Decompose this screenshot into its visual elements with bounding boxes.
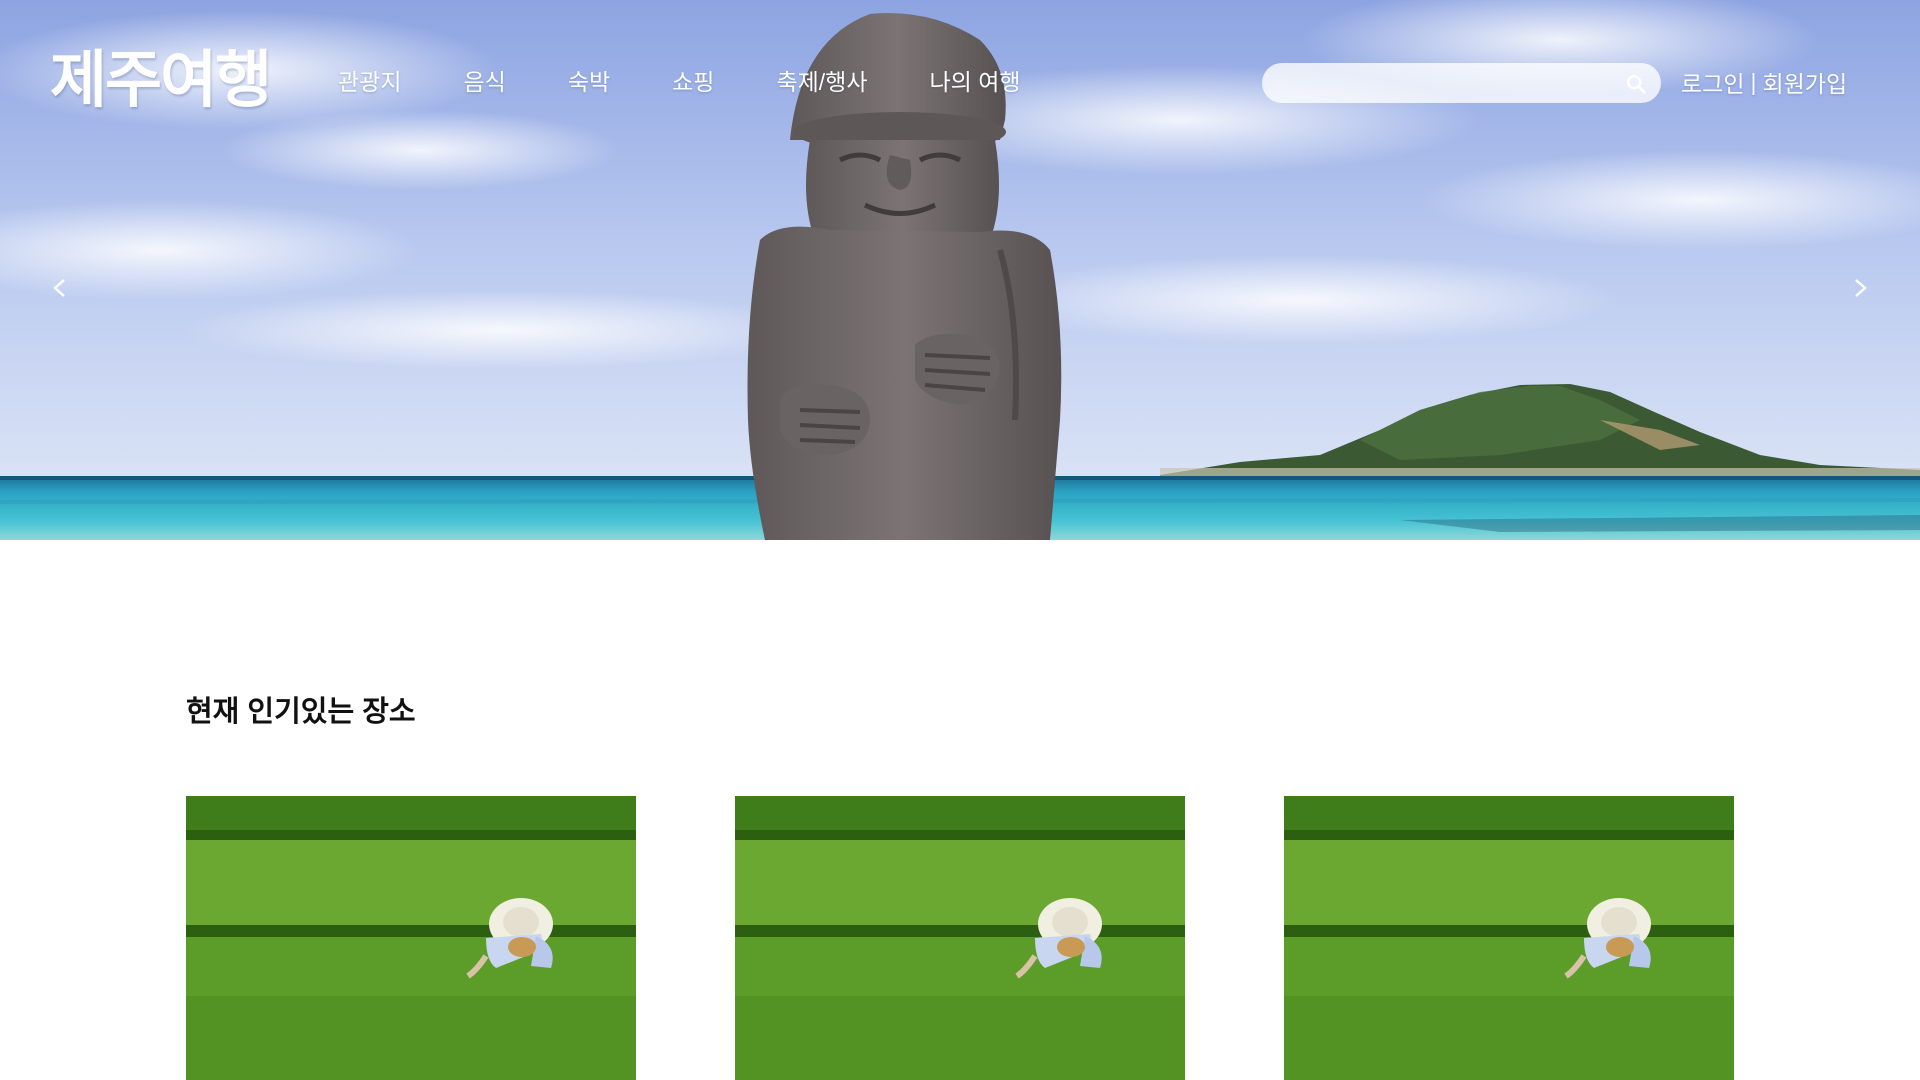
auth-separator: | <box>1750 68 1757 95</box>
search-icon[interactable] <box>1625 73 1647 95</box>
search-input[interactable] <box>1280 63 1610 103</box>
slider-prev-button[interactable] <box>44 268 74 308</box>
nav-item-festivals[interactable]: 축제/행사 <box>776 64 867 100</box>
place-card[interactable] <box>186 796 636 1080</box>
slider-next-button[interactable] <box>1846 268 1876 308</box>
nav-item-my-trip[interactable]: 나의 여행 <box>930 64 1021 100</box>
nav-item-shopping[interactable]: 쇼핑 <box>672 64 714 100</box>
main-nav: 관광지 음식 숙박 쇼핑 축제/행사 나의 여행 <box>338 64 1083 100</box>
popular-places-title: 현재 인기있는 장소 <box>186 696 416 728</box>
nav-item-attractions[interactable]: 관광지 <box>338 64 401 100</box>
auth-links: 로그인 | 회원가입 <box>1681 64 1847 100</box>
signup-link[interactable]: 회원가입 <box>1762 65 1847 99</box>
place-card[interactable] <box>1284 796 1734 1080</box>
tea-field-farmer-image <box>735 796 1185 1080</box>
nav-item-lodging[interactable]: 숙박 <box>568 64 610 100</box>
tea-field-farmer-image <box>1284 796 1734 1080</box>
login-link[interactable]: 로그인 <box>1681 65 1744 99</box>
search-bar <box>1262 63 1661 103</box>
popular-places-list <box>186 796 1735 1080</box>
chevron-left-icon <box>53 279 65 297</box>
nav-item-food[interactable]: 음식 <box>463 64 505 100</box>
tea-field-farmer-image <box>186 796 636 1080</box>
place-card[interactable] <box>735 796 1185 1080</box>
chevron-right-icon <box>1855 279 1867 297</box>
hero-banner: 제주여행 관광지 음식 숙박 쇼핑 축제/행사 나의 여행 로그인 | 회원가입 <box>0 0 1920 540</box>
site-logo[interactable]: 제주여행 <box>50 40 272 120</box>
